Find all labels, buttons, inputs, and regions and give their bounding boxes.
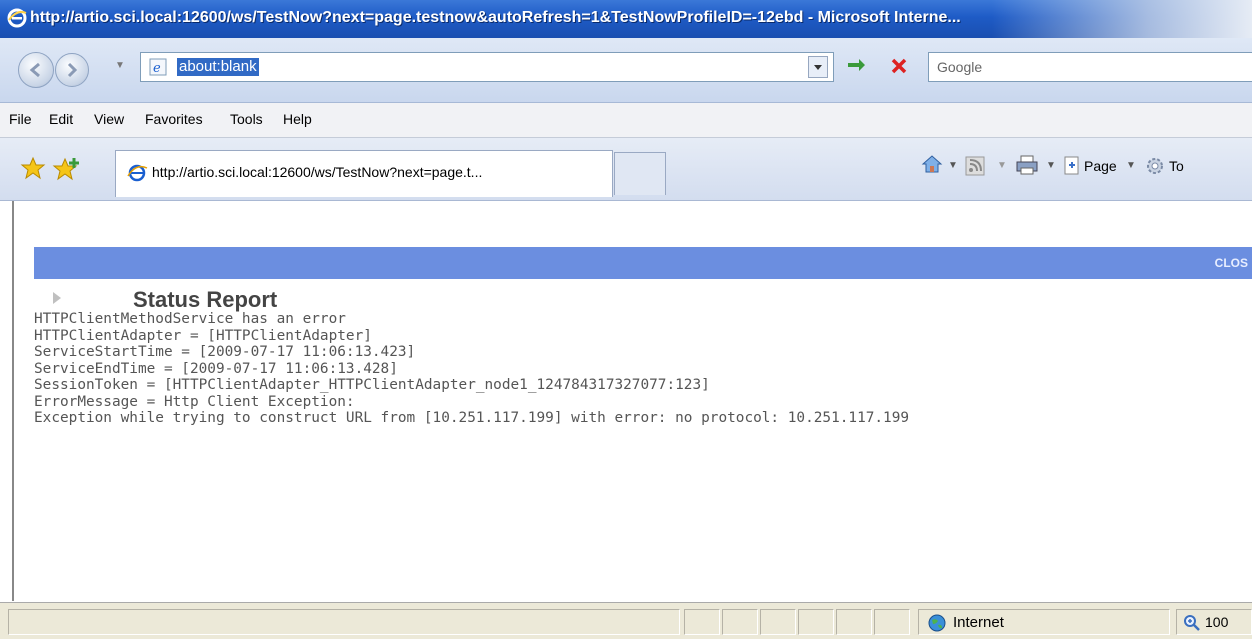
report-title: Status Report <box>133 287 278 312</box>
menu-bar: File Edit View Favorites Tools Help <box>0 103 1252 138</box>
search-field[interactable]: Google <box>928 52 1252 82</box>
page-content: CLOS Status Report HTTPClientMethodServi… <box>14 201 1252 601</box>
gear-icon <box>1147 158 1163 174</box>
window-title-bar[interactable]: http://artio.sci.local:12600/ws/TestNow?… <box>0 0 1252 38</box>
home-dropdown-chevron-icon[interactable]: ▼ <box>948 160 958 171</box>
title-bar-fade <box>992 0 1252 38</box>
ie-logo-icon <box>7 8 27 28</box>
security-zone-label: Internet <box>953 614 1004 631</box>
page-icon <box>1064 156 1079 175</box>
page-menu-label[interactable]: Page <box>1084 158 1117 174</box>
menu-edit[interactable]: Edit <box>49 111 73 127</box>
zoom-icon <box>1184 615 1200 631</box>
menu-file[interactable]: File <box>9 111 32 127</box>
menu-tools[interactable]: Tools <box>230 111 263 127</box>
stop-icon[interactable] <box>887 54 911 78</box>
page-header-bar: CLOS <box>34 247 1252 279</box>
back-button[interactable] <box>18 52 54 88</box>
menu-view[interactable]: View <box>94 111 124 127</box>
forward-arrow-icon <box>67 62 78 78</box>
status-pane <box>684 609 720 635</box>
report-line: ServiceEndTime = [2009-07-17 11:06:13.42… <box>34 360 398 377</box>
report-line: HTTPClientAdapter = [HTTPClientAdapter] <box>34 327 372 344</box>
favorites-star-icon[interactable] <box>20 156 46 180</box>
status-text-pane <box>8 609 680 635</box>
add-favorite-icon[interactable] <box>52 156 82 182</box>
address-dropdown-button[interactable] <box>808 56 828 78</box>
ie-page-icon: e <box>149 58 167 76</box>
close-link[interactable]: CLOS <box>1215 256 1248 270</box>
zoom-level: 100 <box>1205 614 1229 630</box>
search-placeholder: Google <box>937 59 983 75</box>
print-dropdown-chevron-icon[interactable]: ▼ <box>1046 160 1056 171</box>
report-line: SessionToken = [HTTPClientAdapter_HTTPCl… <box>34 377 710 393</box>
status-pane <box>722 609 758 635</box>
feeds-dropdown-chevron-icon[interactable]: ▼ <box>997 160 1007 171</box>
report-line: Exception while trying to construct URL … <box>34 410 910 426</box>
navigation-bar: ▼ e about:blank Google <box>0 38 1252 103</box>
back-arrow-icon <box>29 62 40 78</box>
refresh-go-icon[interactable] <box>845 56 869 76</box>
tab-active[interactable]: http://artio.sci.local:12600/ws/TestNow?… <box>115 150 613 197</box>
zoom-pane[interactable]: 100 <box>1176 609 1252 635</box>
content-left-border <box>0 201 14 601</box>
report-line: ServiceStartTime = [2009-07-17 11:06:13.… <box>34 344 416 360</box>
window-title: http://artio.sci.local:12600/ws/TestNow?… <box>30 9 961 26</box>
status-bar: Internet 100 <box>0 602 1252 639</box>
status-pane <box>798 609 834 635</box>
new-tab-button[interactable] <box>614 152 666 195</box>
tab-bar: http://artio.sci.local:12600/ws/TestNow?… <box>0 138 1252 201</box>
page-dropdown-chevron-icon[interactable]: ▼ <box>1126 160 1136 171</box>
report-line: ErrorMessage = Http Client Exception: <box>34 393 355 410</box>
address-url: about:blank <box>177 58 259 76</box>
menu-favorites[interactable]: Favorites <box>145 111 203 127</box>
status-pane <box>836 609 872 635</box>
report-line: HTTPClientMethodService has an error <box>34 311 346 327</box>
print-icon[interactable] <box>1015 154 1039 176</box>
svg-text:e: e <box>153 61 161 76</box>
status-pane <box>874 609 910 635</box>
security-zone-pane[interactable]: Internet <box>918 609 1170 635</box>
chevron-down-icon <box>814 65 822 70</box>
home-icon[interactable] <box>920 152 944 176</box>
globe-icon <box>928 614 946 632</box>
status-pane <box>760 609 796 635</box>
forward-button[interactable] <box>55 53 89 87</box>
tab-label: http://artio.sci.local:12600/ws/TestNow?… <box>152 164 483 180</box>
address-field[interactable]: e about:blank <box>140 52 834 82</box>
tools-menu-label[interactable]: To <box>1169 158 1184 174</box>
expand-arrow-icon[interactable] <box>52 291 62 305</box>
ie-page-icon <box>127 164 148 182</box>
feeds-icon[interactable] <box>965 156 985 176</box>
recent-pages-dropdown[interactable]: ▼ <box>115 60 125 71</box>
report-body: HTTPClientMethodService has an error HTT… <box>34 311 909 427</box>
menu-help[interactable]: Help <box>283 111 312 127</box>
